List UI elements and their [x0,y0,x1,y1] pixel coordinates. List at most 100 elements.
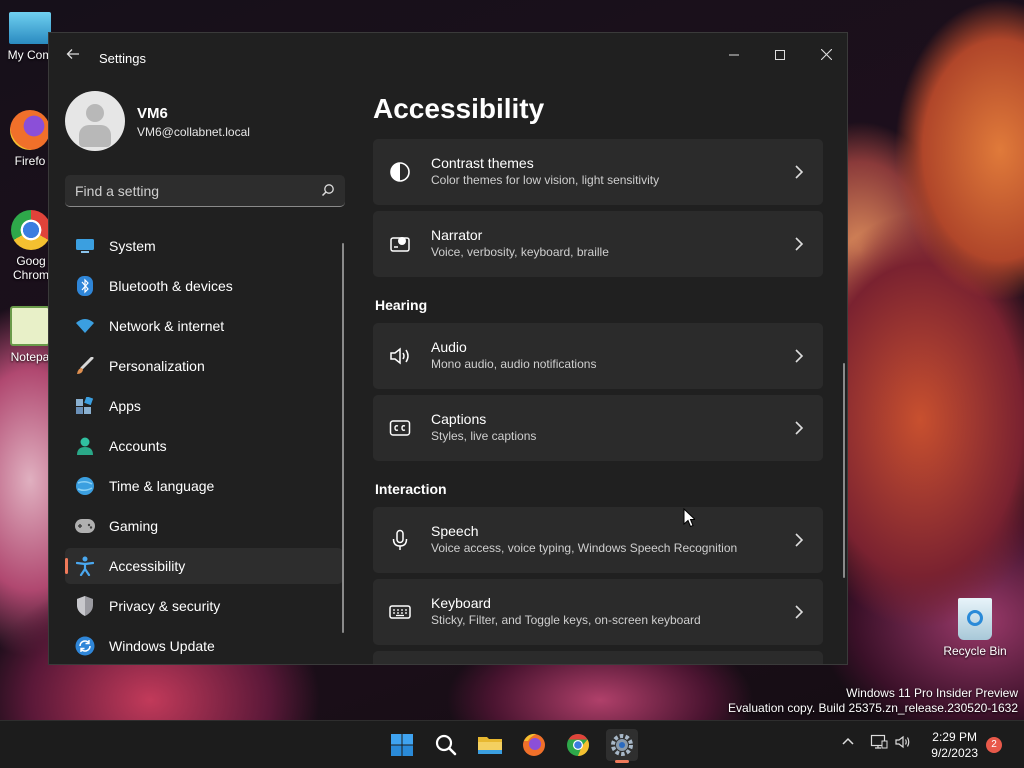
user-name: VM6 [137,105,168,122]
network-tray-button[interactable] [870,733,888,754]
maximize-button[interactable] [757,39,803,71]
close-button[interactable] [803,39,847,71]
search-icon[interactable] [321,183,335,197]
shield-icon [75,596,95,616]
arrow-left-icon [66,49,79,59]
start-icon [391,734,413,756]
chrome-taskbar-button[interactable] [562,729,594,761]
clock[interactable]: 2:29 PM 9/2/2023 [931,729,978,761]
nav-label: Bluetooth & devices [109,278,233,294]
watermark-line2: Evaluation copy. Build 25375.zn_release.… [728,701,1018,715]
chevron-right-icon [795,237,804,251]
card-subtitle: Color themes for low vision, light sensi… [431,173,660,187]
active-app-indicator [615,760,629,763]
system-icon [75,236,95,256]
contrast-themes-card[interactable]: Contrast themes Color themes for low vis… [373,139,823,205]
notepad-icon [10,306,50,346]
audio-card[interactable]: Audio Mono audio, audio notifications [373,323,823,389]
nav-label: System [109,238,156,254]
narrator-card[interactable]: Narrator Voice, verbosity, keyboard, bra… [373,211,823,277]
nav-item-system[interactable]: System [65,228,343,264]
next-card-partial[interactable] [373,651,823,664]
settings-window: Settings VM6 VM6@collabnet.local System … [48,32,848,665]
minimize-button[interactable] [711,39,757,71]
firefox-taskbar-button[interactable] [518,729,550,761]
nav-item-apps[interactable]: Apps [65,388,343,424]
file-explorer-icon [478,737,502,754]
chrome-icon [567,734,589,756]
avatar [65,91,125,151]
nav-item-privacy-security[interactable]: Privacy & security [65,588,343,624]
watermark-line1: Windows 11 Pro Insider Preview [846,686,1018,700]
chevron-right-icon [795,349,804,363]
apps-icon [75,396,95,416]
captions-icon [389,420,411,436]
nav-item-network[interactable]: Network & internet [65,308,343,344]
minimize-icon [729,54,739,56]
brush-icon [75,356,95,376]
search-input[interactable] [65,175,315,206]
update-icon [75,636,95,656]
desktop-icon-label: Recycle Bin [943,644,1007,658]
captions-card[interactable]: Captions Styles, live captions [373,395,823,461]
nav-item-accessibility[interactable]: Accessibility [65,548,343,584]
title-bar[interactable]: Settings [49,33,847,81]
desktop-icon-label: Firefo [14,154,46,168]
nav-scrollbar[interactable] [342,243,344,633]
chevron-right-icon [795,165,804,179]
show-hidden-icons-button[interactable] [840,733,856,752]
desktop-icon-recycle-bin[interactable]: Recycle Bin [940,598,1010,658]
card-title: Contrast themes [431,155,534,171]
mouse-cursor-icon [683,508,695,528]
network-icon [870,734,888,749]
narrator-icon [390,237,410,252]
clock-time: 2:29 PM [932,730,977,744]
nav-label: Gaming [109,518,159,534]
speech-card[interactable]: Speech Voice access, voice typing, Windo… [373,507,823,573]
content-scrollbar[interactable] [843,363,845,578]
settings-icon [611,734,633,756]
accounts-icon [75,436,95,456]
keyboard-card[interactable]: Keyboard Sticky, Filter, and Toggle keys… [373,579,823,645]
user-profile[interactable]: VM6 VM6@collabnet.local [65,91,365,151]
search-box[interactable] [65,175,345,207]
back-button[interactable] [63,47,83,67]
card-title: Keyboard [431,595,491,611]
file-explorer-button[interactable] [474,729,506,761]
search-icon [435,734,457,756]
selection-indicator [65,558,68,574]
nav-item-accounts[interactable]: Accounts [65,428,343,464]
nav-item-bluetooth[interactable]: Bluetooth & devices [65,268,343,304]
card-subtitle: Styles, live captions [431,429,537,443]
accessibility-icon [75,556,95,576]
nav-item-time-language[interactable]: Time & language [65,468,343,504]
taskbar-search-button[interactable] [430,729,462,761]
computer-icon [9,12,51,44]
settings-taskbar-button[interactable] [606,729,638,763]
contrast-icon [390,162,410,182]
nav-label: Privacy & security [109,598,221,614]
desktop-icon-label: Notepa [10,350,50,364]
nav-label: Apps [109,398,141,414]
window-title: Settings [99,51,146,66]
chevron-right-icon [795,533,804,547]
firefox-icon [523,733,545,756]
chevron-up-icon [842,737,854,745]
volume-tray-button[interactable] [894,733,912,754]
nav-item-gaming[interactable]: Gaming [65,508,343,544]
section-heading-hearing: Hearing [375,297,428,313]
card-title: Narrator [431,227,483,243]
start-button[interactable] [386,729,418,761]
clock-date: 9/2/2023 [931,746,978,760]
nav-label: Personalization [109,358,205,374]
nav-item-personalization[interactable]: Personalization [65,348,343,384]
nav-label: Accounts [109,438,167,454]
close-icon [820,48,832,61]
nav-label: Accessibility [109,558,186,574]
desktop-icon-label: Goog Chrom [12,254,49,282]
speaker-icon [895,735,910,749]
chevron-right-icon [795,421,804,435]
notification-badge[interactable]: 2 [986,737,1002,753]
nav-item-windows-update[interactable]: Windows Update [65,628,343,664]
speaker-icon [390,347,409,365]
